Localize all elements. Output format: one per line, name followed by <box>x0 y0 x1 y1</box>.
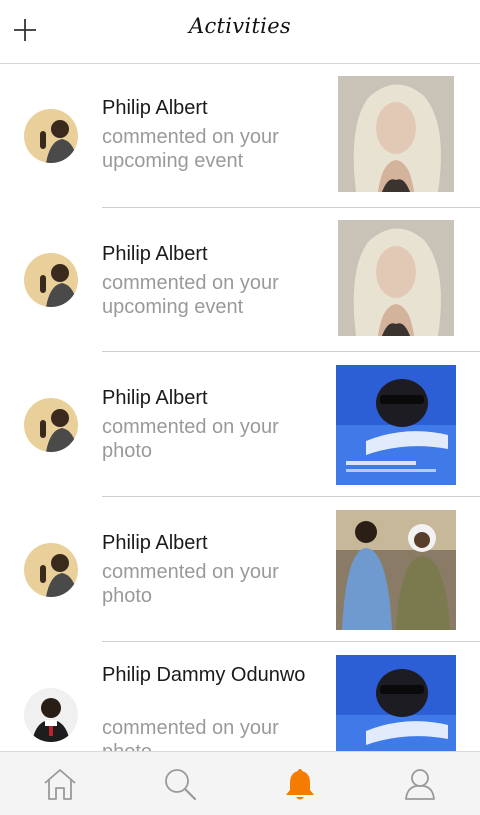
event-flyer-thumbnail[interactable] <box>336 365 456 485</box>
activity-user-name[interactable]: Philip Albert <box>102 531 332 555</box>
search-icon[interactable] <box>162 766 198 802</box>
avatar[interactable] <box>24 543 78 597</box>
divider <box>102 351 480 352</box>
portrait-photo-thumbnail[interactable] <box>338 220 454 336</box>
activity-item[interactable]: Philip Albert commented on your photo <box>0 498 480 642</box>
top-bar: Activities <box>0 0 480 64</box>
avatar[interactable] <box>24 253 78 307</box>
activity-user-name[interactable]: Philip Albert <box>102 96 332 120</box>
activity-item[interactable]: Philip Albert commented on your photo <box>0 353 480 497</box>
activity-list[interactable]: Philip Albert commented on your upcoming… <box>0 64 480 751</box>
divider <box>102 641 480 642</box>
activity-action-text: commented on your upcoming event <box>102 126 279 172</box>
activity-item[interactable]: Philip Dammy Odunwo commented on your ph… <box>0 643 480 751</box>
activity-user-name[interactable]: Philip Albert <box>102 242 332 266</box>
activity-user-name[interactable]: Philip Dammy Odunwo <box>102 663 322 687</box>
activity-item[interactable]: Philip Albert commented on your upcoming… <box>0 208 480 352</box>
couple-photo-thumbnail[interactable] <box>336 510 456 630</box>
divider <box>102 496 480 497</box>
event-flyer-thumbnail[interactable] <box>336 655 456 751</box>
activity-user-name[interactable]: Philip Albert <box>102 386 332 410</box>
avatar[interactable] <box>24 398 78 452</box>
bell-icon[interactable] <box>282 766 318 802</box>
page-title: Activities <box>188 14 292 38</box>
avatar[interactable] <box>24 688 78 742</box>
home-icon[interactable] <box>42 766 78 802</box>
avatar[interactable] <box>24 109 78 163</box>
activity-action-text: commented on your upcoming event <box>102 272 279 318</box>
portrait-photo-thumbnail[interactable] <box>338 76 454 192</box>
activity-item[interactable]: Philip Albert commented on your upcoming… <box>0 64 480 208</box>
profile-icon[interactable] <box>402 766 438 802</box>
activity-action-text: commented on your photo <box>102 416 279 462</box>
activity-action-text: commented on your photo <box>102 717 279 751</box>
bottom-tab-bar <box>0 751 480 815</box>
activity-action-text: commented on your photo <box>102 561 279 607</box>
